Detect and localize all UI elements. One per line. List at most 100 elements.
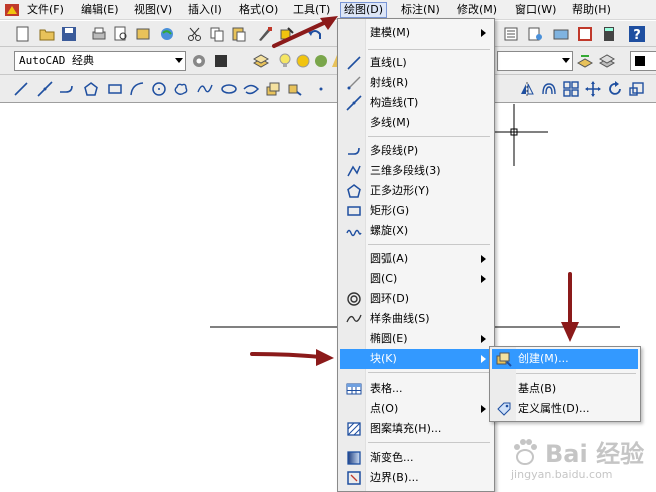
publish-icon[interactable]	[134, 25, 152, 43]
annotation-arrow-create	[561, 272, 579, 342]
menu-item-gradient[interactable]: 渐变色...	[340, 448, 492, 468]
mirror-tool-icon[interactable]	[518, 80, 536, 98]
3d-polyline-icon	[346, 163, 362, 179]
markup-icon[interactable]	[526, 25, 544, 43]
construction-line-icon	[346, 95, 362, 111]
layer-on-icon[interactable]	[276, 52, 294, 70]
point-tool-icon[interactable]	[312, 80, 330, 98]
menu-item-polygon[interactable]: 正多边形(Y)	[340, 181, 492, 201]
preview-icon[interactable]	[112, 25, 130, 43]
polygon-tool-icon[interactable]	[82, 80, 100, 98]
workspace-settings-icon[interactable]	[190, 52, 208, 70]
ellipse-tool-icon[interactable]	[220, 80, 238, 98]
web-icon[interactable]	[158, 25, 176, 43]
layer-previous-icon[interactable]	[598, 52, 616, 70]
insert-block-tool-icon[interactable]	[264, 80, 282, 98]
array-tool-icon[interactable]	[562, 80, 580, 98]
submenu-item-label: 定义属性(D)...	[518, 402, 590, 415]
scale-tool-icon[interactable]	[628, 80, 646, 98]
copy-icon[interactable]	[208, 25, 226, 43]
revcloud-tool-icon[interactable]	[172, 80, 190, 98]
menu-item-label: 椭圆(E)	[370, 332, 408, 345]
menu-item-line[interactable]: 直线(L)	[340, 53, 492, 73]
ellipse-arc-tool-icon[interactable]	[242, 80, 260, 98]
submenu-item-define-attribute[interactable]: 定义属性(D)...	[492, 399, 638, 419]
autocad-app-icon[interactable]	[4, 2, 20, 18]
make-block-tool-icon[interactable]	[286, 80, 304, 98]
watermark-text: Bai 经验	[545, 440, 645, 468]
print-icon[interactable]	[90, 25, 108, 43]
menu-draw[interactable]: 绘图(D)	[340, 2, 388, 18]
menu-item-rectangle[interactable]: 矩形(G)	[340, 201, 492, 221]
menu-item-label: 射线(R)	[370, 76, 409, 89]
workspace-combo[interactable]: AutoCAD 经典	[14, 51, 186, 71]
menu-item-ray[interactable]: 射线(R)	[340, 73, 492, 93]
menu-item-label: 构造线(T)	[370, 96, 419, 109]
refedit-icon[interactable]	[576, 25, 594, 43]
menu-item-label: 圆(C)	[370, 272, 398, 285]
workspace-save-icon[interactable]	[212, 52, 230, 70]
menu-item-table[interactable]: 表格...	[340, 379, 492, 399]
menu-item-polyline[interactable]: 多段线(P)	[340, 141, 492, 161]
quickcalc-icon[interactable]	[552, 25, 570, 43]
ray-icon	[346, 75, 362, 91]
rotate-tool-icon[interactable]	[606, 80, 624, 98]
menu-window[interactable]: 窗口(W)	[512, 2, 559, 18]
color-combo[interactable]	[630, 51, 656, 71]
layer-freeze-icon[interactable]	[294, 52, 312, 70]
calculator-icon[interactable]	[600, 25, 618, 43]
offset-tool-icon[interactable]	[540, 80, 558, 98]
menu-item-3d-polyline[interactable]: 三维多段线(3)	[340, 161, 492, 181]
rectangle-tool-icon[interactable]	[106, 80, 124, 98]
polyline-tool-icon[interactable]	[58, 80, 76, 98]
submenu-item-create-block[interactable]: 创建(M)...	[492, 349, 638, 369]
menu-file[interactable]: 文件(F)	[24, 2, 67, 18]
menu-item-modeling[interactable]: 建模(M)	[340, 23, 492, 43]
help-icon[interactable]: ?	[628, 25, 646, 43]
circle-tool-icon[interactable]	[150, 80, 168, 98]
move-tool-icon[interactable]	[584, 80, 602, 98]
menu-item-construction-line[interactable]: 构造线(T)	[340, 93, 492, 113]
menu-item-spline[interactable]: 样条曲线(S)	[340, 309, 492, 329]
menu-modify[interactable]: 修改(M)	[454, 2, 500, 18]
menu-item-label: 点(O)	[370, 402, 399, 415]
menu-item-boundary[interactable]: 边界(B)...	[340, 468, 492, 488]
menu-insert[interactable]: 插入(I)	[185, 2, 225, 18]
layer-properties-icon[interactable]	[252, 52, 270, 70]
menu-edit[interactable]: 编辑(E)	[78, 2, 122, 18]
save-icon[interactable]	[60, 25, 78, 43]
menu-item-point[interactable]: 点(O)	[340, 399, 492, 419]
menu-item-block[interactable]: 块(K)	[340, 349, 492, 369]
spline-tool-icon[interactable]	[196, 80, 214, 98]
define-attribute-icon	[496, 401, 512, 417]
submenu-arrow-icon	[481, 29, 486, 37]
layer-combo[interactable]	[497, 51, 573, 71]
menu-separator	[368, 372, 490, 373]
helix-icon	[346, 223, 362, 239]
menu-item-arc[interactable]: 圆弧(A)	[340, 249, 492, 269]
cut-icon[interactable]	[186, 25, 204, 43]
menu-item-circle[interactable]: 圆(C)	[340, 269, 492, 289]
make-current-layer-icon[interactable]	[576, 52, 594, 70]
sheet-set-icon[interactable]	[502, 25, 520, 43]
annotation-arrow-block	[250, 349, 334, 366]
gradient-icon	[346, 450, 362, 466]
new-icon[interactable]	[14, 25, 32, 43]
menu-help[interactable]: 帮助(H)	[569, 2, 614, 18]
submenu-item-label: 创建(M)...	[518, 352, 569, 365]
submenu-item-base-point[interactable]: 基点(B)	[492, 379, 638, 399]
menu-item-ellipse[interactable]: 椭圆(E)	[340, 329, 492, 349]
menu-item-multiline[interactable]: 多线(M)	[340, 113, 492, 133]
paste-icon[interactable]	[230, 25, 248, 43]
chevron-down-icon	[562, 58, 570, 63]
menu-item-label: 圆弧(A)	[370, 252, 409, 265]
menu-view[interactable]: 视图(V)	[131, 2, 175, 18]
open-icon[interactable]	[38, 25, 56, 43]
line-tool-icon[interactable]	[12, 80, 30, 98]
menu-item-helix[interactable]: 螺旋(X)	[340, 221, 492, 241]
menu-item-donut[interactable]: 圆环(D)	[340, 289, 492, 309]
construction-line-tool-icon[interactable]	[36, 80, 54, 98]
arc-tool-icon[interactable]	[128, 80, 146, 98]
menu-item-hatch[interactable]: 图案填充(H)...	[340, 419, 492, 439]
menu-dimension[interactable]: 标注(N)	[398, 2, 443, 18]
